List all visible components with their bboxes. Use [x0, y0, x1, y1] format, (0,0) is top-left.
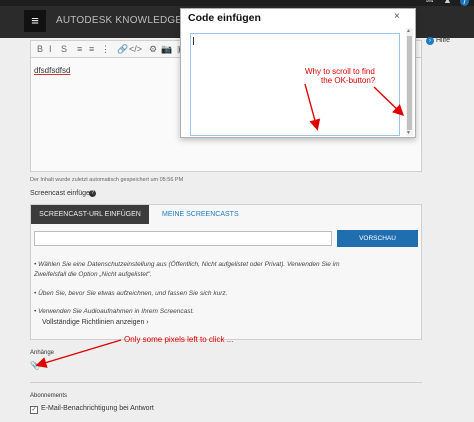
bell-icon[interactable]: ▲: [443, 0, 452, 5]
menu-button[interactable]: ≡: [24, 10, 46, 32]
editor-text: dfsdfsdfsd: [34, 66, 71, 75]
toolbar-button[interactable]: I: [49, 44, 52, 54]
divider: [30, 382, 422, 383]
toolbar-button[interactable]: 📷: [161, 44, 172, 55]
note-line: Zweifelsfall die Option „Nicht aufgelist…: [34, 271, 152, 278]
toolbar-button[interactable]: S: [61, 44, 67, 54]
note-line: • Üben Sie, bevor Sie etwas aufzeichnen,…: [34, 290, 228, 297]
scroll-up-icon[interactable]: ▲: [406, 28, 411, 34]
screencast-url-input[interactable]: [34, 231, 332, 246]
tab-my-screencasts[interactable]: MEINE SCREENCASTS: [162, 205, 239, 224]
annotation-scroll-line2: the OK-button?: [321, 76, 376, 85]
toolbar-button[interactable]: 🔗: [117, 44, 128, 55]
scrollbar-thumb[interactable]: [407, 36, 412, 130]
help-arrow-icon[interactable]: ›: [426, 37, 434, 45]
screencast-label: Screencast einfügen: [30, 190, 94, 197]
attachments-label: Anhänge: [30, 350, 55, 356]
brand-name[interactable]: AUTODESK KNOWLEDGE NETWORK: [56, 15, 181, 26]
email-notification-checkbox[interactable]: ✓: [30, 406, 38, 414]
annotation-scroll-line1: Why to scroll to find: [305, 67, 375, 76]
note-line: • Verwenden Sie Audioaufnahmen in Ihrem …: [34, 308, 195, 315]
paperclip-icon[interactable]: 📎: [30, 361, 40, 370]
toolbar-button[interactable]: ≡: [89, 44, 94, 54]
guidelines-link[interactable]: Vollständige Richtlinien anzeigen ›: [42, 319, 149, 326]
scroll-down-icon[interactable]: ▼: [406, 130, 411, 136]
dialog-title: Code einfügen: [188, 12, 261, 24]
toolbar-button[interactable]: B: [37, 44, 43, 54]
annotation-pixels: Only some pixels left to click ...: [124, 335, 234, 344]
toolbar-button[interactable]: ≡: [77, 44, 82, 54]
autosave-note: Der Inhalt wurde zuletzt automatisch ges…: [30, 177, 184, 183]
subscriptions-label: Abonnements: [30, 393, 68, 399]
close-icon[interactable]: ×: [394, 11, 400, 22]
note-line: • Wählen Sie eine Datenschutzeinstellung…: [34, 261, 340, 268]
text-caret: [193, 37, 194, 45]
help-icon[interactable]: ?: [89, 190, 96, 197]
tab-screencast-url[interactable]: SCREENCAST-URL EINFÜGEN: [31, 205, 149, 224]
toolbar-button[interactable]: ⚙: [149, 44, 157, 55]
toolbar-button[interactable]: ⋮: [101, 44, 110, 55]
help-link[interactable]: Hilfe: [436, 37, 450, 44]
email-notification-label: E-Mail-Benachrichtigung bei Antwort: [41, 405, 154, 412]
preview-button[interactable]: VORSCHAU: [337, 230, 418, 247]
toolbar-button[interactable]: </>: [129, 44, 142, 54]
